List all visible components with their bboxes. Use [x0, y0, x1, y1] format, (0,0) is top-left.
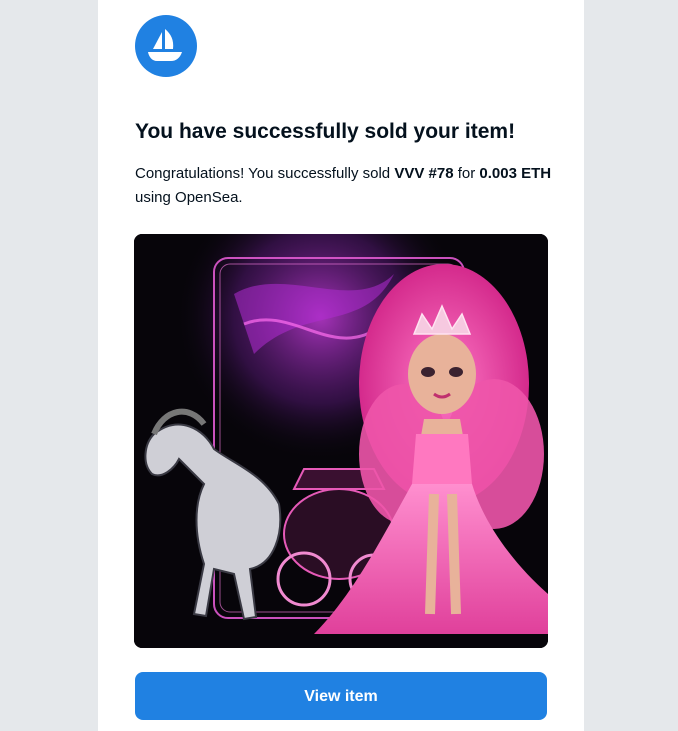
item-name: VVV #78: [394, 165, 454, 182]
message-prefix: Congratulations! You successfully sold: [135, 165, 395, 182]
page-title: You have successfully sold your item!: [135, 120, 516, 143]
message-middle: for: [453, 165, 480, 182]
nft-image[interactable]: [134, 234, 548, 648]
opensea-logo-icon[interactable]: [135, 15, 197, 77]
sale-message: Congratulations! You successfully sold V…: [135, 162, 555, 210]
message-suffix: using OpenSea.: [135, 189, 243, 206]
email-card: You have successfully sold your item! Co…: [98, 0, 584, 731]
sale-price: 0.003 ETH: [479, 165, 552, 182]
view-item-button[interactable]: View item: [135, 672, 547, 720]
